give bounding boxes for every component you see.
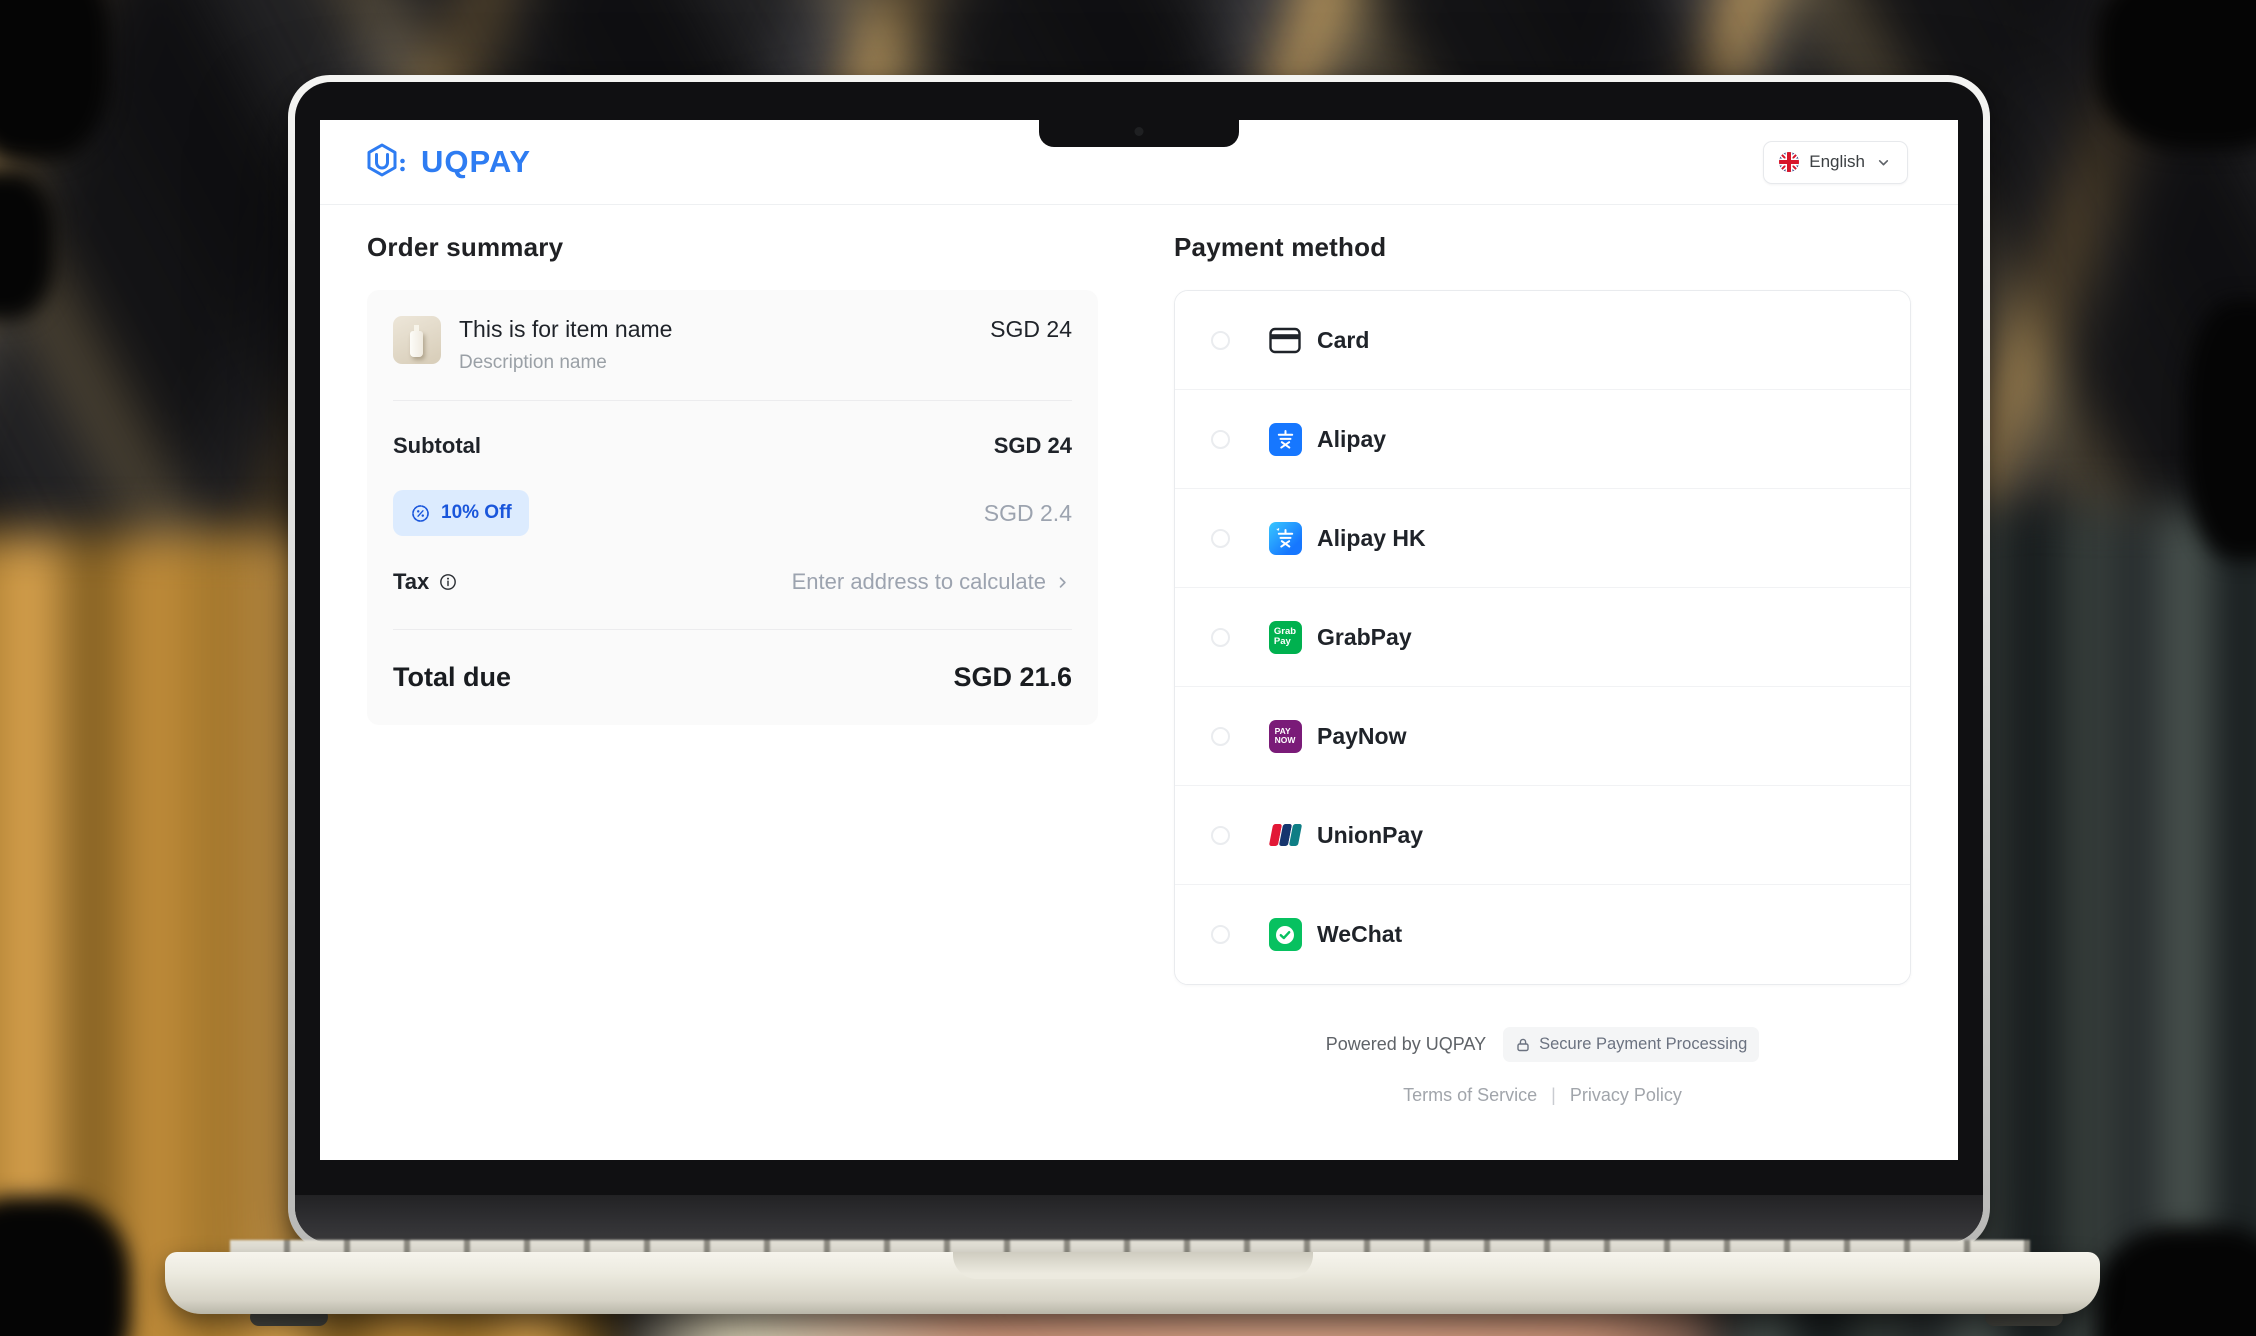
uk-flag-icon — [1779, 152, 1799, 172]
subtotal-label: Subtotal — [393, 433, 481, 459]
payment-option-unionpay[interactable]: UnionPay — [1175, 786, 1910, 885]
privacy-policy-link[interactable]: Privacy Policy — [1570, 1085, 1682, 1106]
enter-address-label: Enter address to calculate — [792, 569, 1046, 595]
lock-icon — [1515, 1037, 1531, 1053]
subtotal-row: Subtotal SGD 24 — [393, 433, 1072, 459]
payment-label: Alipay — [1317, 426, 1386, 453]
total-label: Total due — [393, 662, 511, 693]
laptop-base-notch — [953, 1252, 1313, 1279]
payment-option-alipay[interactable]: Alipay — [1175, 390, 1910, 489]
total-value: SGD 21.6 — [953, 662, 1072, 693]
enter-address-action[interactable]: Enter address to calculate — [792, 569, 1072, 595]
payment-method-section: Payment method — [1174, 232, 1911, 1106]
uqpay-logo: UQPAY — [365, 142, 531, 182]
divider — [393, 400, 1072, 401]
info-icon[interactable] — [438, 572, 458, 592]
payment-option-paynow[interactable]: PAY NOW PayNow — [1175, 687, 1910, 786]
payment-radio[interactable] — [1211, 331, 1230, 350]
payment-label: PayNow — [1317, 723, 1406, 750]
brand-wordmark: UQPAY — [421, 144, 531, 180]
laptop-screen: UQPAY — [320, 120, 1958, 1160]
laptop-base — [165, 1252, 2100, 1314]
desktop-scene: UQPAY — [0, 0, 2256, 1336]
tax-row: Tax Enter address to calculate — [393, 569, 1072, 595]
payment-radio[interactable] — [1211, 925, 1230, 944]
discount-percent-icon — [410, 503, 431, 524]
order-summary-card: This is for item name Description name S… — [367, 290, 1098, 725]
product-image — [393, 316, 441, 364]
payment-method-list: Card Alipay — [1174, 290, 1911, 985]
unionpay-icon — [1271, 824, 1300, 846]
payment-label: GrabPay — [1317, 624, 1412, 651]
payment-label: Card — [1317, 327, 1369, 354]
payment-label: Alipay HK — [1317, 525, 1426, 552]
uqpay-logo-icon — [365, 142, 412, 182]
laptop-hinge — [295, 1195, 1983, 1243]
payment-label: WeChat — [1317, 921, 1402, 948]
payment-option-grabpay[interactable]: Grab Pay GrabPay — [1175, 588, 1910, 687]
secure-payment-label: Secure Payment Processing — [1539, 1035, 1747, 1054]
card-icon — [1269, 327, 1301, 354]
page-footer: Powered by UQPAY Secure Payment Processi… — [1174, 1027, 1911, 1106]
payment-option-card[interactable]: Card — [1175, 291, 1910, 390]
payment-option-wechat[interactable]: WeChat — [1175, 885, 1910, 984]
divider — [393, 629, 1072, 630]
payment-radio[interactable] — [1211, 529, 1230, 548]
discount-badge-label: 10% Off — [441, 502, 512, 524]
subtotal-value: SGD 24 — [994, 433, 1072, 459]
alipay-icon — [1269, 423, 1302, 456]
payment-method-title: Payment method — [1174, 232, 1911, 263]
item-description: Description name — [459, 352, 672, 374]
item-price: SGD 24 — [990, 316, 1072, 343]
tax-label: Tax — [393, 569, 429, 595]
discount-badge: 10% Off — [393, 490, 529, 536]
payment-label: UnionPay — [1317, 822, 1423, 849]
checkout-page: UQPAY — [320, 120, 1958, 1160]
total-row: Total due SGD 21.6 — [393, 662, 1072, 699]
discount-value: SGD 2.4 — [984, 500, 1072, 527]
language-label: English — [1809, 152, 1865, 172]
discount-row: 10% Off SGD 2.4 — [393, 490, 1072, 536]
webcam-dot — [1135, 127, 1144, 136]
order-summary-title: Order summary — [367, 232, 1098, 263]
terms-of-service-link[interactable]: Terms of Service — [1403, 1085, 1537, 1106]
chevron-right-icon — [1053, 573, 1072, 592]
payment-radio[interactable] — [1211, 628, 1230, 647]
payment-radio[interactable] — [1211, 826, 1230, 845]
item-name: This is for item name — [459, 316, 672, 343]
camera-notch — [1039, 120, 1239, 147]
laptop-lid: UQPAY — [288, 75, 1990, 1250]
payment-radio[interactable] — [1211, 430, 1230, 449]
chevron-down-icon — [1875, 154, 1892, 171]
secure-payment-badge: Secure Payment Processing — [1503, 1027, 1759, 1062]
order-item-row: This is for item name Description name S… — [393, 316, 1072, 374]
order-summary-section: Order summary This is for item name Desc… — [367, 232, 1098, 1106]
wechat-icon — [1269, 918, 1302, 951]
payment-option-alipay-hk[interactable]: Alipay HK — [1175, 489, 1910, 588]
laptop-bezel: UQPAY — [295, 82, 1983, 1243]
language-selector[interactable]: English — [1763, 141, 1908, 184]
alipay-hk-icon — [1269, 522, 1302, 555]
paynow-icon: PAY NOW — [1269, 720, 1302, 753]
powered-by-text: Powered by UQPAY — [1326, 1034, 1486, 1055]
payment-radio[interactable] — [1211, 727, 1230, 746]
footer-link-separator: | — [1551, 1085, 1556, 1106]
grabpay-icon: Grab Pay — [1269, 621, 1302, 654]
